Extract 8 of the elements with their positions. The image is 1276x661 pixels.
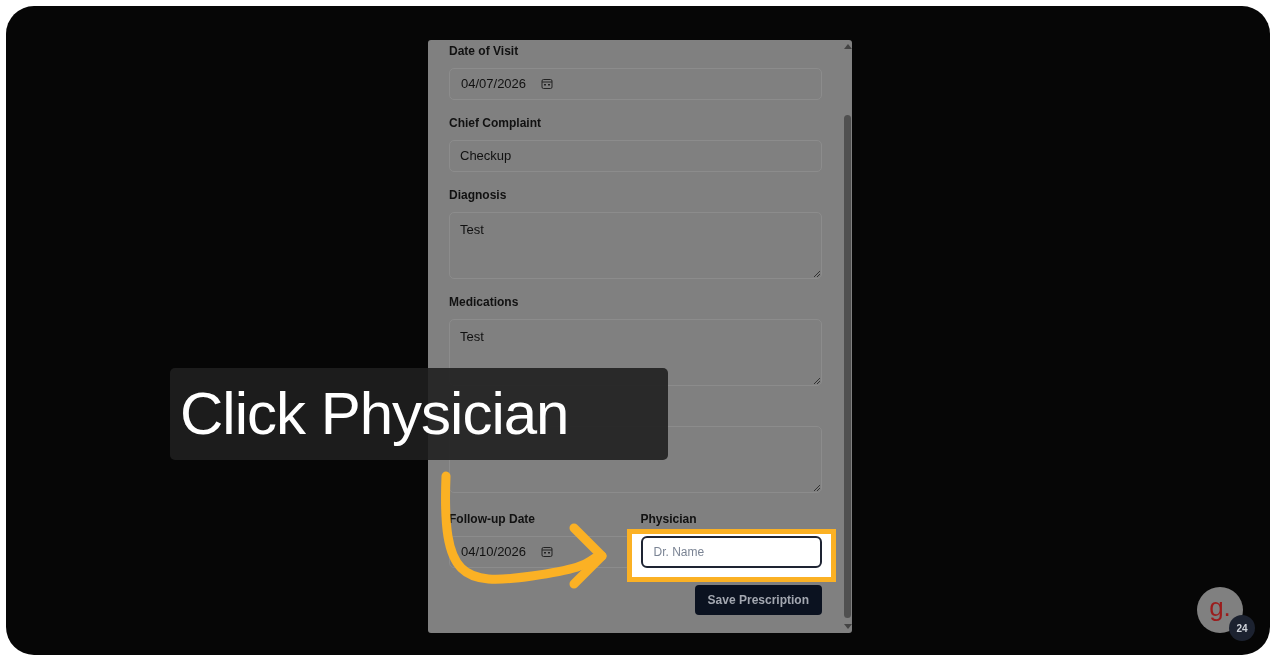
notification-count: 24 [1229, 615, 1255, 641]
field-label: Date of Visit [449, 44, 520, 59]
field-label: Medications [449, 295, 520, 310]
field-label: Follow-up Date [449, 512, 535, 527]
caption-text: Click Physician [180, 384, 569, 444]
field-label: Physician [640, 512, 697, 527]
field-label: Chief Complaint [449, 116, 542, 131]
field-label: Diagnosis [449, 188, 508, 203]
